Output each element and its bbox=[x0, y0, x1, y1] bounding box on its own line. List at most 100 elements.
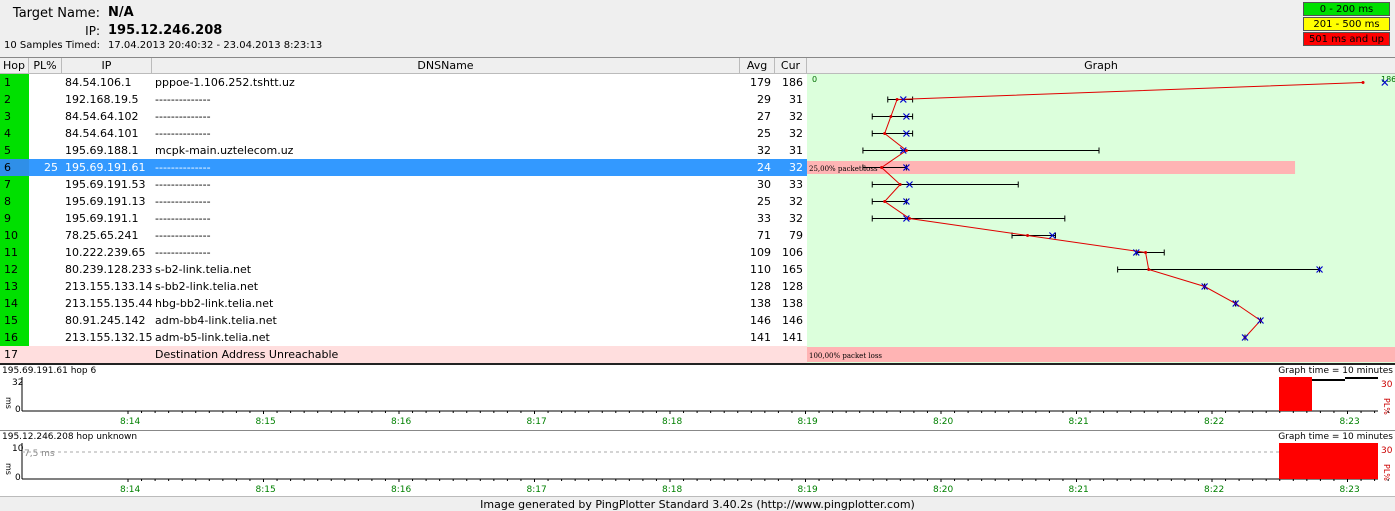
table-row[interactable]: 3 84.54.64.102 -------------- 27 32 bbox=[0, 108, 807, 125]
cur-cell: 165 bbox=[782, 263, 803, 276]
column-header-graph[interactable]: Graph bbox=[807, 58, 1395, 74]
cur-cell: 32 bbox=[789, 161, 803, 174]
table-row[interactable]: 8 195.69.191.13 -------------- 25 32 bbox=[0, 193, 807, 210]
cur-cell: 31 bbox=[789, 93, 803, 106]
footer-credit: Image generated by PingPlotter Standard … bbox=[0, 496, 1395, 511]
hop-cell: 15 bbox=[0, 312, 29, 329]
hop-cell: 11 bbox=[0, 244, 29, 261]
time-tick-label: 8:18 bbox=[662, 485, 682, 495]
cur-cell: 141 bbox=[782, 331, 803, 344]
avg-cell: 32 bbox=[757, 144, 771, 157]
dns-cell: adm-b5-link.telia.net bbox=[155, 331, 270, 344]
hop-cell: 7 bbox=[0, 176, 29, 193]
hop-6-time-graph[interactable]: 195.69.191.61 hop 6 Graph time = 10 minu… bbox=[0, 365, 1395, 429]
hop-cell: 9 bbox=[0, 210, 29, 227]
table-row[interactable]: 16 213.155.132.159 adm-b5-link.telia.net 14… bbox=[0, 329, 807, 346]
hop-cell: 10 bbox=[0, 227, 29, 244]
packet-loss-cell bbox=[29, 261, 62, 278]
hop-cell: 16 bbox=[0, 329, 29, 346]
avg-point bbox=[895, 98, 899, 101]
table-row[interactable]: 15 80.91.245.142 adm-bb4-link.telia.net 146… bbox=[0, 312, 807, 329]
table-row[interactable]: 1 84.54.106.1 pppoe-1.106.252.tshtt.uz 179 1… bbox=[0, 74, 807, 91]
avg-cell: 128 bbox=[750, 280, 771, 293]
target-header: Target Name: N/A IP: 195.12.246.208 10 S… bbox=[0, 0, 1395, 57]
dns-cell: -------------- bbox=[155, 229, 211, 242]
avg-cell: 33 bbox=[757, 212, 771, 225]
avg-cell: 30 bbox=[757, 178, 771, 191]
column-header-cur[interactable]: Cur bbox=[775, 58, 807, 74]
pl-axis-max: 30 bbox=[1381, 380, 1393, 390]
cur-cell: 186 bbox=[782, 76, 803, 89]
samples-value: 17.04.2013 20:40:32 - 23.04.2013 8:23:13 bbox=[108, 40, 323, 51]
table-row[interactable]: 7 195.69.191.53 -------------- 30 33 bbox=[0, 176, 807, 193]
hop-cell: 12 bbox=[0, 261, 29, 278]
column-header-dnsname[interactable]: DNSName bbox=[152, 58, 740, 74]
ip-cell: 80.91.245.142 bbox=[65, 314, 146, 327]
table-row[interactable]: 4 84.54.64.101 -------------- 25 32 bbox=[0, 125, 807, 142]
table-row[interactable]: 10 78.25.65.241 -------------- 71 79 bbox=[0, 227, 807, 244]
time-tick-label: 8:14 bbox=[120, 417, 140, 427]
cur-cell: 138 bbox=[782, 297, 803, 310]
dns-cell: Destination Address Unreachable bbox=[155, 348, 339, 361]
packet-loss-cell bbox=[29, 142, 62, 159]
column-header-pl[interactable]: PL% bbox=[29, 58, 62, 74]
ip-cell: 192.168.19.5 bbox=[65, 93, 139, 106]
time-tick-label: 8:14 bbox=[120, 485, 140, 495]
avg-point bbox=[889, 115, 893, 118]
time-tick-label: 8:17 bbox=[527, 417, 547, 427]
avg-cell: 24 bbox=[757, 161, 771, 174]
table-row[interactable]: 6 25 195.69.191.61 -------------- 24 32 bbox=[0, 159, 807, 176]
column-header-hop[interactable]: Hop bbox=[0, 58, 29, 74]
column-header-ip[interactable]: IP bbox=[62, 58, 152, 74]
table-row[interactable]: 13 213.155.133.142 s-bb2-link.telia.net 128… bbox=[0, 278, 807, 295]
avg-point bbox=[883, 200, 887, 203]
trace-table-header: Hop PL% IP DNSName Avg Cur Graph bbox=[0, 57, 1395, 74]
packet-loss-block bbox=[1279, 443, 1378, 479]
column-header-avg[interactable]: Avg bbox=[740, 58, 775, 74]
hop-unknown-latency-chart: 10 0ms 30 PL% 7,5 ms 8:14 8:15 8:16 8:17 8:18 8:19… bbox=[4, 443, 1393, 495]
table-row[interactable]: 5 195.69.188.1 mcpk-main.uztelecom.uz 32 31 bbox=[0, 142, 807, 159]
dns-cell: -------------- bbox=[155, 246, 211, 259]
avg-point bbox=[1144, 251, 1148, 254]
cur-cell: 146 bbox=[782, 314, 803, 327]
y-axis-zero: 0 bbox=[15, 405, 21, 415]
ip-cell: 195.69.188.1 bbox=[65, 144, 139, 157]
time-tick-label: 8:22 bbox=[1204, 485, 1224, 495]
table-row[interactable]: 2 192.168.19.5 -------------- 29 31 bbox=[0, 91, 807, 108]
avg-point bbox=[898, 183, 902, 186]
legend-green: 0 - 200 ms bbox=[1303, 2, 1390, 16]
packet-loss-cell bbox=[29, 278, 62, 295]
hop-cell: 5 bbox=[0, 142, 29, 159]
packet-loss-cell bbox=[29, 346, 62, 363]
packet-loss-label-hop-17: 100,00% packet loss bbox=[809, 352, 882, 360]
ip-cell: 195.69.191.53 bbox=[65, 178, 146, 191]
time-tick-label: 8:19 bbox=[798, 417, 818, 427]
time-tick-label: 8:18 bbox=[662, 417, 682, 427]
avg-cell: 141 bbox=[750, 331, 771, 344]
table-row[interactable]: 9 195.69.191.1 -------------- 33 32 bbox=[0, 210, 807, 227]
hop-cell: 8 bbox=[0, 193, 29, 210]
packet-loss-cell bbox=[29, 244, 62, 261]
target-name-label: Target Name: bbox=[12, 6, 100, 21]
table-row[interactable]: 14 213.155.135.44 hbg-bb2-link.telia.net 13… bbox=[0, 295, 807, 312]
cur-cell: 128 bbox=[782, 280, 803, 293]
dns-cell: -------------- bbox=[155, 127, 211, 140]
table-row[interactable]: 12 80.239.128.233 s-b2-link.telia.net 110 16… bbox=[0, 261, 807, 278]
avg-cell: 71 bbox=[757, 229, 771, 242]
avg-cell: 29 bbox=[757, 93, 771, 106]
avg-point bbox=[1147, 268, 1151, 271]
packet-loss-cell bbox=[29, 108, 62, 125]
packet-loss-cell: 25 bbox=[44, 161, 58, 174]
dns-cell: s-b2-link.telia.net bbox=[155, 263, 252, 276]
table-row[interactable]: 17 Destination Address Unreachable bbox=[0, 346, 807, 363]
pl-axis-unit: PL% bbox=[1382, 398, 1391, 415]
ip-label: IP: bbox=[85, 24, 100, 38]
ip-cell: 195.69.191.1 bbox=[65, 212, 139, 225]
table-row[interactable]: 11 10.222.239.65 -------------- 109 106 bbox=[0, 244, 807, 261]
avg-cell: 25 bbox=[757, 127, 771, 140]
hop-unknown-time-graph[interactable]: 195.12.246.208 hop unknown Graph time = … bbox=[0, 430, 1395, 496]
packet-loss-label-hop-6: 25,00% packet loss bbox=[809, 165, 878, 173]
cur-cell: 32 bbox=[789, 127, 803, 140]
hop-cell: 6 bbox=[0, 159, 29, 176]
packet-loss-cell bbox=[29, 91, 62, 108]
